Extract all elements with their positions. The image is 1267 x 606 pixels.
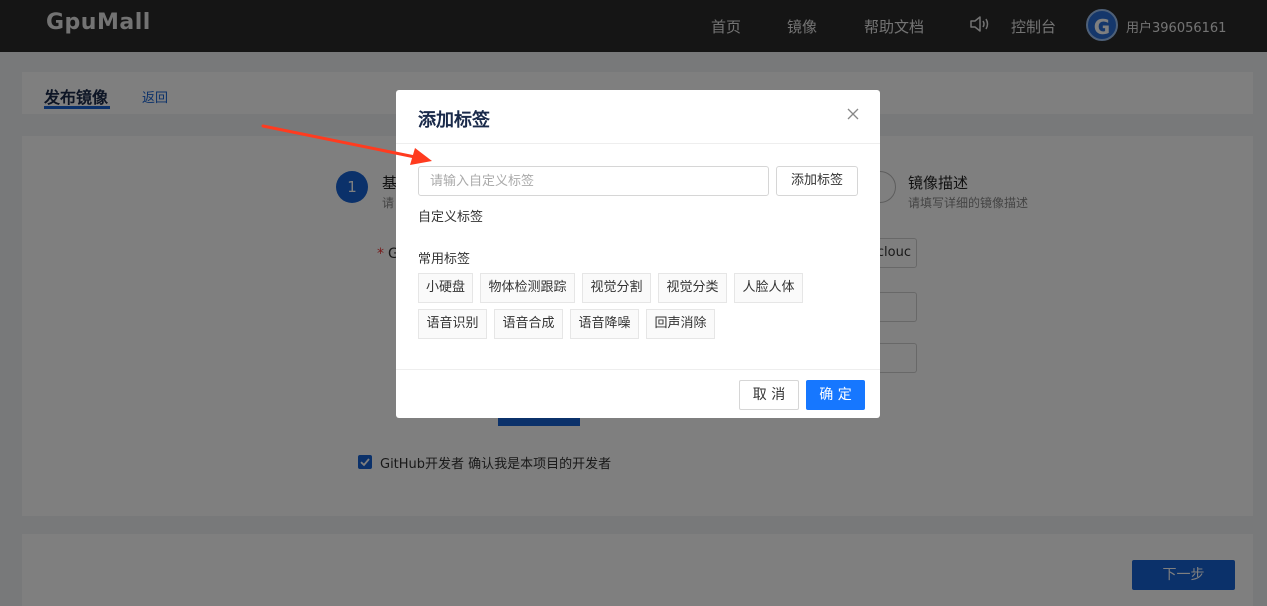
cancel-button[interactable]: 取 消 [739, 380, 799, 410]
close-icon[interactable] [845, 106, 861, 122]
dialog-header-divider [396, 143, 880, 144]
add-tag-button[interactable]: 添加标签 [776, 166, 858, 196]
tag-speech-recognition[interactable]: 语音识别 [418, 309, 487, 339]
dialog-footer-divider [396, 369, 880, 370]
tag-speech-synthesis[interactable]: 语音合成 [494, 309, 563, 339]
tag-small-disk[interactable]: 小硬盘 [418, 273, 473, 303]
common-tags-label: 常用标签 [418, 252, 471, 267]
annotation-arrow-icon [261, 124, 432, 165]
custom-tags-label: 自定义标签 [418, 210, 484, 225]
custom-tag-input[interactable] [418, 166, 769, 196]
tag-face-body[interactable]: 人脸人体 [734, 273, 803, 303]
confirm-button[interactable]: 确 定 [806, 380, 865, 410]
tag-visual-segmentation[interactable]: 视觉分割 [582, 273, 651, 303]
add-tag-dialog: 添加标签 添加标签 自定义标签 常用标签 小硬盘 物体检测跟踪 视觉分割 视觉分… [396, 90, 880, 418]
tag-visual-classification[interactable]: 视觉分类 [658, 273, 727, 303]
tag-echo-cancellation[interactable]: 回声消除 [646, 309, 715, 339]
tag-speech-denoise[interactable]: 语音降噪 [570, 309, 639, 339]
tag-object-detection-tracking[interactable]: 物体检测跟踪 [480, 273, 575, 303]
